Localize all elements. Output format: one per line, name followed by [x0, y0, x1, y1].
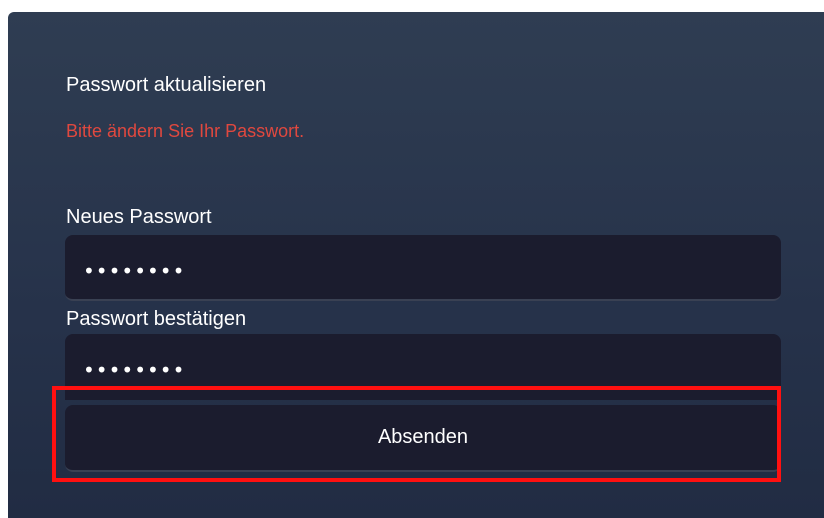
new-password-label: Neues Passwort [66, 206, 212, 228]
warning-message: Bitte ändern Sie Ihr Passwort. [66, 121, 305, 141]
password-update-panel: Passwort aktualisieren Bitte ändern Sie … [8, 12, 824, 518]
form-title: Passwort aktualisieren [66, 74, 267, 96]
new-password-field[interactable]: •••••••• [65, 235, 781, 301]
confirm-password-field[interactable]: •••••••• [65, 334, 781, 400]
submit-button[interactable]: Absenden [65, 405, 781, 472]
confirm-password-value: •••••••• [83, 358, 186, 382]
new-password-value: •••••••• [83, 259, 186, 283]
confirm-password-label: Passwort bestätigen [66, 308, 247, 330]
